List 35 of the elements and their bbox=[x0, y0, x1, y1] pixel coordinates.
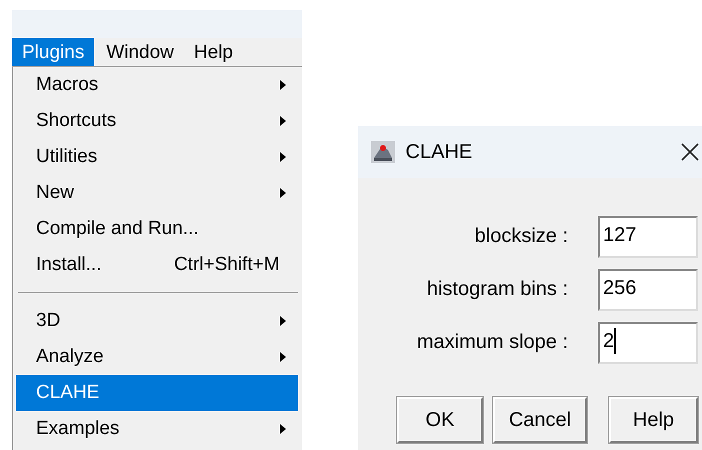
menu-item[interactable]: New bbox=[16, 175, 298, 211]
input-field[interactable]: 256 bbox=[598, 268, 698, 310]
menu-item[interactable]: Install... Ctrl+Shift+M bbox=[16, 247, 298, 283]
submenu-arrow-icon bbox=[280, 188, 286, 198]
dialog-button[interactable]: Help bbox=[609, 397, 698, 443]
menu-item[interactable]: Macros bbox=[16, 67, 298, 103]
field-value: 2 bbox=[603, 328, 616, 354]
field-label: histogram bins : bbox=[426, 278, 568, 301]
submenu-arrow-icon bbox=[280, 316, 286, 326]
dialog-button[interactable]: Cancel bbox=[493, 397, 587, 443]
field-label: maximum slope : bbox=[416, 331, 568, 354]
dialog-button[interactable]: OK bbox=[397, 397, 483, 443]
submenu-arrow-icon bbox=[280, 424, 286, 434]
microscope-icon bbox=[370, 140, 396, 164]
menu-item[interactable]: 3D bbox=[16, 303, 298, 339]
close-icon[interactable] bbox=[680, 142, 700, 162]
submenu-arrow-icon bbox=[280, 80, 286, 90]
menu-item[interactable]: Shortcuts bbox=[16, 103, 298, 139]
submenu-arrow-icon bbox=[280, 352, 286, 362]
menu-item[interactable]: Examples bbox=[16, 411, 298, 447]
dialog-title: CLAHE bbox=[406, 140, 474, 164]
menu-item[interactable]: Compile and Run... bbox=[16, 211, 298, 247]
menu-item[interactable]: Analyze bbox=[16, 339, 298, 375]
submenu-arrow-icon bbox=[280, 152, 286, 162]
menu-bar-item[interactable]: Window bbox=[96, 38, 184, 66]
input-field[interactable]: 2 bbox=[598, 322, 698, 364]
input-field[interactable]: 127 bbox=[598, 216, 698, 258]
menu-item[interactable]: Utilities bbox=[16, 139, 298, 175]
field-label: blocksize : bbox=[474, 225, 568, 248]
menu-bar-item[interactable]: Help bbox=[184, 38, 243, 66]
field-value: 127 bbox=[603, 222, 636, 248]
submenu-arrow-icon bbox=[280, 116, 286, 126]
field-value: 256 bbox=[603, 276, 636, 300]
menu-bar-item[interactable]: Plugins bbox=[12, 38, 94, 66]
menu-item[interactable]: CLAHE bbox=[16, 375, 298, 411]
